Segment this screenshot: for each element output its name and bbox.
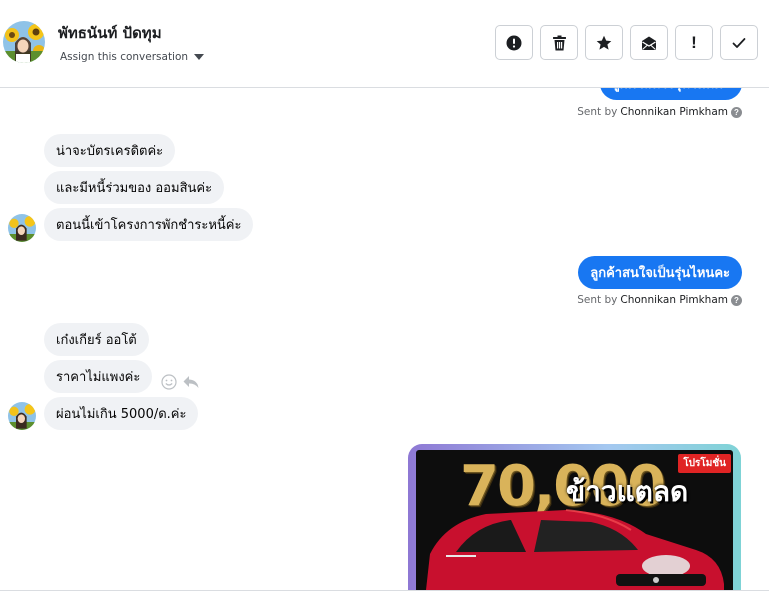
contact-name: พัทธนันท์ ปัดทุม xyxy=(58,24,162,42)
info-icon[interactable]: ? xyxy=(731,106,742,118)
incoming-message[interactable]: เก๋งเกียร์ ออโต้ xyxy=(44,323,149,356)
contact-avatar-small xyxy=(8,402,36,430)
alert-circle-icon xyxy=(506,35,522,50)
conversation-toolbar: ! xyxy=(495,25,758,60)
sent-by-prefix: Sent by xyxy=(577,106,618,118)
info-icon[interactable]: ? xyxy=(731,294,742,306)
follow-up-button[interactable]: ! xyxy=(675,25,713,60)
incoming-message[interactable]: ราคาไม่แพงค่ะ xyxy=(44,360,153,393)
outgoing-image-message[interactable]: 70,000 ข้าวแตลด โปรโมชั่น xyxy=(408,444,741,590)
outgoing-message[interactable]: ลูกค้าสนใจเป็นรุ่นไหนคะ xyxy=(578,256,742,289)
promo-badge: โปรโมชั่น xyxy=(678,454,731,473)
mark-unread-button[interactable] xyxy=(630,25,668,60)
red-car-icon xyxy=(426,509,724,590)
mark-done-button[interactable] xyxy=(720,25,758,60)
emoji-react-icon[interactable] xyxy=(161,374,177,390)
incoming-message[interactable]: น่าจะบัตรเครดิตค่ะ xyxy=(44,134,176,167)
sent-by-prefix: Sent by xyxy=(577,294,618,306)
exclamation-icon: ! xyxy=(691,32,697,52)
sender-name: Chonnikan Pimkham xyxy=(620,106,728,118)
assign-conversation-dropdown[interactable]: Assign this conversation xyxy=(60,51,205,63)
conversation-header: พัทธนันท์ ปัดทุม Assign this conversatio… xyxy=(0,0,769,88)
contact-avatar-small xyxy=(8,214,36,242)
incoming-message[interactable]: ตอนนี้เข้าโครงการพักชำระหนี้ค่ะ xyxy=(44,208,254,241)
sent-by-label: Sent by Chonnikan Pimkham ? xyxy=(577,294,742,306)
contact-avatar[interactable] xyxy=(3,21,45,63)
caret-down-icon xyxy=(194,54,205,60)
incoming-message[interactable]: ผ่อนไม่เกิน 5000/ด.ค่ะ xyxy=(44,397,199,430)
checkmark-icon xyxy=(732,37,746,48)
assign-label: Assign this conversation xyxy=(60,51,189,63)
reply-icon[interactable] xyxy=(183,375,199,389)
trash-icon xyxy=(552,35,566,50)
spam-button[interactable] xyxy=(495,25,533,60)
message-thread[interactable]: ลูกค้าสนใจรุ่นไหนคะ Sent by Chonnikan Pi… xyxy=(0,88,769,590)
delete-button[interactable] xyxy=(540,25,578,60)
envelope-icon xyxy=(642,36,656,50)
composer-divider xyxy=(0,590,769,598)
incoming-message[interactable]: และมีหนี้ร่วมของ ออมสินค่ะ xyxy=(44,171,225,204)
sender-name: Chonnikan Pimkham xyxy=(620,294,728,306)
outgoing-message[interactable]: ลูกค้าสนใจรุ่นไหนคะ xyxy=(599,88,742,100)
car-promo-image: 70,000 ข้าวแตลด โปรโมชั่น xyxy=(416,450,733,590)
star-button[interactable] xyxy=(585,25,623,60)
message-actions xyxy=(161,374,199,390)
sent-by-label: Sent by Chonnikan Pimkham ? xyxy=(577,106,742,118)
star-icon xyxy=(596,35,612,50)
